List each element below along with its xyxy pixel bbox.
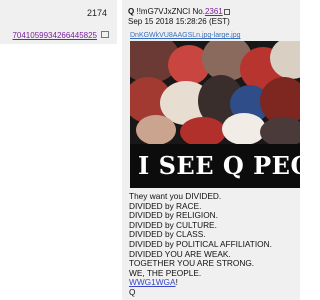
attachment-filename[interactable]: DnKGWkVU8AAGSLn.jpg-large.jpg	[130, 32, 241, 39]
external-link-icon[interactable]	[101, 31, 109, 38]
post-number-label: No.	[192, 7, 205, 16]
image-caption: I SEE Q PEO	[138, 151, 300, 180]
post-date: Sep 15 2018 15:28:26 (EST)	[128, 17, 230, 26]
previous-post-link[interactable]: 7041059934266445825	[12, 31, 97, 40]
signature: Q	[129, 286, 136, 297]
image-banner: I SEE Q PEO	[130, 144, 300, 188]
author-name: Q	[128, 7, 135, 16]
attached-image[interactable]: I SEE Q PEO	[130, 41, 300, 188]
post-body: They want you DIVIDED. DIVIDED by RACE. …	[129, 191, 272, 298]
post-header: Q !!mG7VJxZNCI No.2361	[128, 7, 230, 17]
hashtag-link[interactable]: WWG1WGA	[129, 277, 176, 288]
previous-post-number: 2174	[86, 8, 107, 18]
q-post: Q !!mG7VJxZNCI No.2361 Sep 15 2018 15:28…	[122, 0, 300, 300]
hashtag-line: WWG1WGA!	[129, 278, 272, 288]
previous-post: 2174 7041059934266445825	[0, 0, 117, 44]
hashtag-suffix: !	[175, 277, 178, 288]
post-number-link[interactable]: 2361	[205, 7, 223, 16]
tripcode: !!mG7VJxZNCI	[136, 7, 191, 16]
external-link-icon[interactable]	[223, 8, 230, 15]
